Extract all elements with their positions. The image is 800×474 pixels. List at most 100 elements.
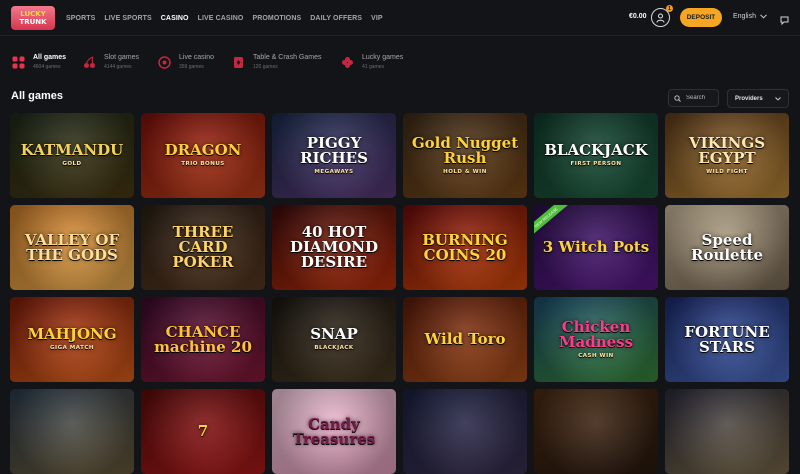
- game-tile[interactable]: SNAP BLACKJACK: [272, 297, 396, 382]
- cards-icon: [231, 55, 246, 70]
- game-title: 40 HOT DIAMOND DESIRE: [272, 225, 396, 270]
- game-subtitle: BLACKJACK: [314, 345, 354, 351]
- game-title: DRAGON TRIO BONUS: [159, 143, 248, 168]
- grid-icon: [11, 55, 26, 70]
- chat-button[interactable]: [780, 12, 789, 30]
- game-tile[interactable]: [10, 389, 134, 474]
- game-tile[interactable]: Gold Nugget Rush HOLD & WIN: [403, 113, 527, 198]
- game-title-text: THREE CARD POKER: [172, 223, 234, 271]
- search-input[interactable]: [686, 95, 718, 101]
- game-subtitle: HOLD & WIN: [443, 168, 487, 175]
- game-title: SNAP BLACKJACK: [304, 327, 363, 352]
- main-nav: SPORTS LIVE SPORTS CASINO LIVE CASINO PROMOT…: [66, 0, 383, 36]
- game-title-text: Gold Nugget Rush: [411, 133, 519, 167]
- game-title-text: SNAP: [310, 325, 358, 343]
- brand-line-2: TRUNK: [19, 18, 47, 26]
- game-title-text: CHANCE machine 20: [154, 322, 252, 356]
- notification-badge: 1: [666, 5, 673, 12]
- category-table-crash-games[interactable]: Table & Crash Games 120 games: [231, 54, 321, 70]
- game-tile[interactable]: CHANCE machine 20: [141, 297, 265, 382]
- game-title: 3 Witch Pots: [537, 240, 655, 255]
- game-tile[interactable]: MAHJONG GIGA MATCH: [10, 297, 134, 382]
- game-title: Speed Roulette: [665, 230, 789, 264]
- game-tile[interactable]: BLACKJACK FIRST PERSON: [534, 113, 658, 198]
- brand-logo[interactable]: LUCKY TRUNK: [11, 6, 55, 30]
- category-lucky-games[interactable]: Lucky games 41 games: [340, 54, 403, 70]
- game-tile[interactable]: VALLEY OF THE GODS: [10, 205, 134, 290]
- deposit-button[interactable]: DEPOSIT: [680, 8, 722, 27]
- game-tile[interactable]: Chicken Madness CASH WIN: [534, 297, 658, 382]
- game-tile[interactable]: FORTUNE STARS: [665, 297, 789, 382]
- category-bar: All games 4604 games Slot games 4144 games L…: [0, 37, 800, 108]
- game-art: [403, 389, 527, 474]
- game-title-text: Wild Toro: [424, 330, 506, 348]
- game-title-text: VALLEY OF THE GODS: [24, 230, 120, 264]
- nav-item-live-sports[interactable]: LIVE SPORTS: [104, 15, 151, 22]
- category-name: Table & Crash Games: [253, 54, 322, 61]
- language-label: English: [733, 13, 756, 20]
- nav-item-casino[interactable]: CASINO: [161, 15, 189, 22]
- game-tile[interactable]: KATMANDU GOLD: [10, 113, 134, 198]
- game-art: [534, 389, 658, 474]
- providers-dropdown[interactable]: Providers: [727, 89, 789, 108]
- game-title-text: 7: [197, 422, 209, 440]
- game-title: BURNING COINS 20: [403, 232, 527, 263]
- game-title-text: MAHJONG: [27, 325, 117, 343]
- game-title-text: 3 Witch Pots: [542, 238, 650, 256]
- game-subtitle: GIGA MATCH: [50, 345, 94, 351]
- category-count: 120 games: [253, 64, 278, 70]
- game-tile[interactable]: [403, 389, 527, 474]
- game-title: Candy Treasures: [272, 416, 396, 447]
- nav-item-daily-offers[interactable]: DAILY OFFERS: [310, 15, 362, 22]
- game-title-text: FORTUNE STARS: [684, 322, 770, 356]
- category-live-casino[interactable]: Live casino 359 games: [157, 54, 214, 70]
- game-tile[interactable]: Speed Roulette: [665, 205, 789, 290]
- game-tile[interactable]: BURNING COINS 20: [403, 205, 527, 290]
- chevron-down-icon: [760, 14, 767, 19]
- game-tile[interactable]: [534, 389, 658, 474]
- game-tile[interactable]: Wild Toro: [403, 297, 527, 382]
- section-title: All games: [11, 90, 63, 102]
- game-title: VIKINGS EGYPT WILD FIGHT: [665, 133, 789, 176]
- game-tile[interactable]: THREE CARD POKER: [141, 205, 265, 290]
- game-tile[interactable]: [665, 389, 789, 474]
- game-subtitle: GOLD: [62, 161, 82, 167]
- category-name: Live casino: [179, 54, 215, 61]
- brand-line-1: LUCKY: [20, 10, 46, 18]
- game-title: FORTUNE STARS: [665, 322, 789, 356]
- game-tile[interactable]: DRAGON TRIO BONUS: [141, 113, 265, 198]
- game-tile[interactable]: VIKINGS EGYPT WILD FIGHT: [665, 113, 789, 198]
- nav-item-promotions[interactable]: PROMOTIONS: [252, 15, 301, 22]
- category-all-games[interactable]: All games 4604 games: [11, 54, 66, 70]
- category-count: 4144 games: [104, 64, 132, 70]
- category-slot-games[interactable]: Slot games 4144 games: [82, 54, 139, 70]
- game-title-text: PIGGY RICHES: [300, 133, 368, 167]
- game-tile[interactable]: PIGGY RICHES MEGAWAYS: [272, 113, 396, 198]
- search-icon: [674, 94, 681, 102]
- game-title: MAHJONG GIGA MATCH: [21, 327, 122, 352]
- game-title-text: Speed Roulette: [690, 230, 764, 264]
- game-title: PIGGY RICHES MEGAWAYS: [272, 133, 396, 176]
- chat-icon: [780, 16, 789, 26]
- category-name: Slot games: [104, 54, 140, 61]
- nav-item-live-casino[interactable]: LIVE CASINO: [198, 15, 244, 22]
- game-title: BLACKJACK FIRST PERSON: [538, 143, 654, 168]
- game-title-text: Chicken Madness: [558, 317, 634, 351]
- game-art: [665, 389, 789, 474]
- game-tile[interactable]: 7: [141, 389, 265, 474]
- game-title-text: BLACKJACK: [544, 141, 648, 159]
- language-selector[interactable]: English: [733, 13, 767, 20]
- game-subtitle: TRIO BONUS: [181, 161, 225, 167]
- nav-item-sports[interactable]: SPORTS: [66, 15, 95, 22]
- game-title: THREE CARD POKER: [141, 225, 265, 270]
- game-tile[interactable]: 40 HOT DIAMOND DESIRE: [272, 205, 396, 290]
- game-title-text: VIKINGS EGYPT: [688, 133, 766, 167]
- game-title-text: DRAGON: [164, 141, 242, 159]
- nav-item-vip[interactable]: VIP: [371, 15, 383, 22]
- game-title: Gold Nugget Rush HOLD & WIN: [403, 133, 527, 176]
- search-box[interactable]: [668, 89, 719, 107]
- game-title-text: 40 HOT DIAMOND DESIRE: [289, 223, 379, 271]
- game-tile[interactable]: NEW RELEASE 3 Witch Pots: [534, 205, 658, 290]
- game-subtitle: FIRST PERSON: [570, 161, 622, 167]
- game-tile[interactable]: Candy Treasures: [272, 389, 396, 474]
